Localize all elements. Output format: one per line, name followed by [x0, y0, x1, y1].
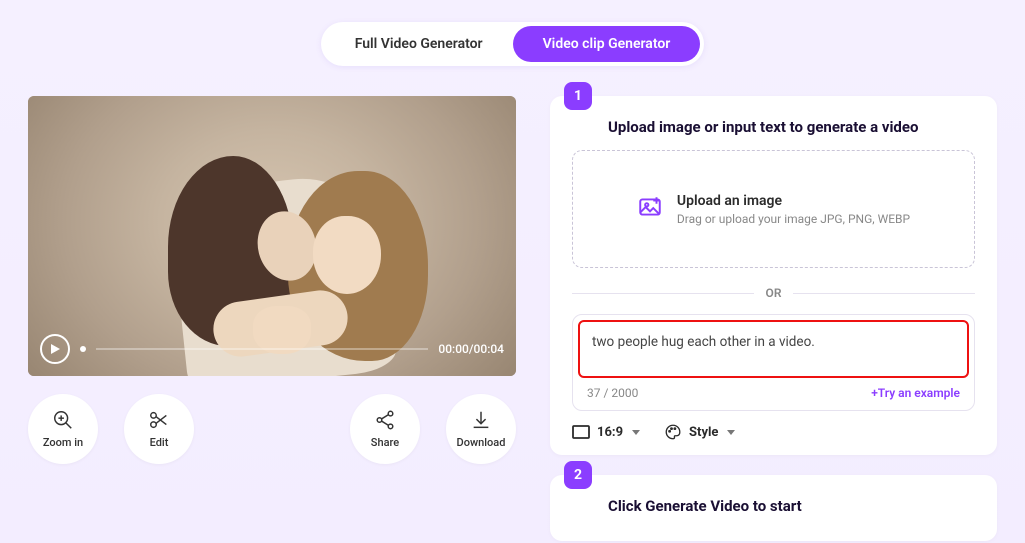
- aspect-label: 16:9: [597, 425, 623, 440]
- seek-bar[interactable]: [96, 348, 428, 350]
- zoom-in-icon: [52, 409, 74, 431]
- prompt-highlight: two people hug each other in a video.: [578, 320, 969, 378]
- player-controls: 00:00/00:04: [40, 334, 504, 364]
- share-label: Share: [371, 436, 399, 449]
- edit-button[interactable]: Edit: [124, 394, 194, 464]
- step1-badge: 1: [564, 82, 592, 110]
- mode-toggle-track: Full Video Generator Video clip Generato…: [321, 22, 705, 66]
- try-example-link[interactable]: +Try an example: [871, 386, 960, 400]
- style-select[interactable]: Style: [664, 423, 735, 441]
- play-button[interactable]: [40, 334, 70, 364]
- or-label: OR: [766, 286, 782, 300]
- tab-video-clip[interactable]: Video clip Generator: [513, 26, 701, 62]
- step1-title: Upload image or input text to generate a…: [608, 118, 975, 136]
- zoom-label: Zoom in: [43, 436, 83, 449]
- aspect-ratio-select[interactable]: 16:9: [572, 425, 640, 440]
- main-layout: 00:00/00:04 Zoom in Edit Share Download: [0, 66, 1025, 541]
- figure-face-right: [313, 216, 381, 294]
- scissors-icon: [148, 409, 170, 431]
- progress-handle[interactable]: [80, 346, 86, 352]
- aspect-icon: [572, 425, 590, 439]
- play-icon: [49, 343, 61, 355]
- step2-panel: 2 Click Generate Video to start: [550, 475, 997, 541]
- step2-title: Click Generate Video to start: [608, 497, 975, 515]
- share-button[interactable]: Share: [350, 394, 420, 464]
- video-preview[interactable]: 00:00/00:04: [28, 96, 516, 376]
- action-row: Zoom in Edit Share Download: [28, 394, 516, 464]
- style-label: Style: [689, 425, 718, 440]
- time-current: 00:00: [438, 342, 468, 356]
- prompt-text[interactable]: two people hug each other in a video.: [592, 334, 955, 350]
- left-column: 00:00/00:04 Zoom in Edit Share Download: [28, 96, 516, 541]
- timecode: 00:00/00:04: [438, 342, 504, 356]
- prompt-footer: 37 / 2000 +Try an example: [573, 378, 974, 410]
- tab-full-video[interactable]: Full Video Generator: [325, 26, 513, 62]
- download-button[interactable]: Download: [446, 394, 516, 464]
- upload-text: Upload an image Drag or upload your imag…: [677, 193, 910, 226]
- share-icon: [374, 409, 396, 431]
- generation-options: 16:9 Style: [572, 423, 975, 441]
- step1-panel: 1 Upload image or input text to generate…: [550, 96, 997, 455]
- time-total: 00:04: [474, 342, 504, 356]
- download-icon: [470, 409, 492, 431]
- edit-label: Edit: [150, 436, 169, 449]
- upload-image-icon: [637, 194, 663, 224]
- chevron-down-icon: [632, 430, 640, 435]
- upload-subtitle: Drag or upload your image JPG, PNG, WEBP: [677, 212, 910, 226]
- step2-badge: 2: [564, 461, 592, 489]
- right-column: 1 Upload image or input text to generate…: [550, 96, 997, 541]
- char-counter: 37 / 2000: [587, 386, 638, 400]
- palette-icon: [664, 423, 682, 441]
- or-divider: OR: [572, 286, 975, 300]
- zoom-in-button[interactable]: Zoom in: [28, 394, 98, 464]
- action-spacer: [220, 394, 324, 464]
- download-label: Download: [457, 436, 506, 449]
- upload-area[interactable]: Upload an image Drag or upload your imag…: [572, 150, 975, 268]
- mode-toggle: Full Video Generator Video clip Generato…: [0, 0, 1025, 66]
- prompt-input[interactable]: two people hug each other in a video. 37…: [572, 314, 975, 411]
- upload-title: Upload an image: [677, 193, 910, 209]
- chevron-down-icon: [727, 430, 735, 435]
